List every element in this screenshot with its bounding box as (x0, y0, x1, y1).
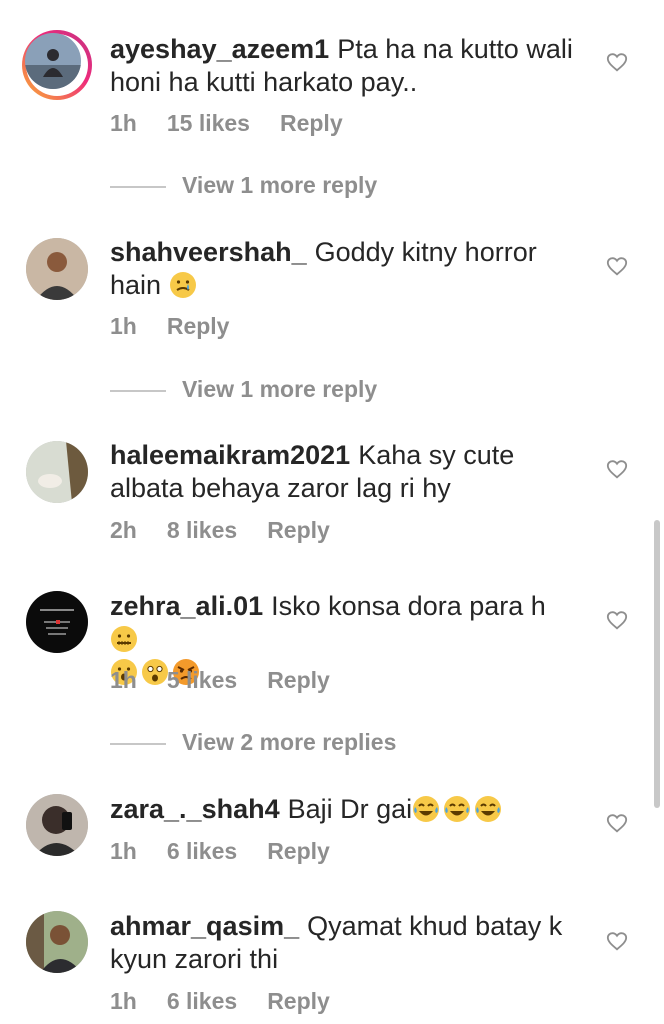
comment-username[interactable]: haleemaikram2021 (110, 440, 350, 470)
reply-button[interactable]: Reply (267, 667, 330, 694)
comment-body: Isko konsa dora para h (271, 591, 546, 621)
comment-meta: 1h 15 likes Reply (110, 110, 373, 137)
reply-button[interactable]: Reply (167, 313, 230, 340)
joy-face-emoji (474, 795, 502, 823)
comment-text: ayeshay_azeem1 Pta ha na kutto wali honi … (110, 33, 580, 99)
divider-line (110, 185, 166, 188)
avatar[interactable] (26, 591, 88, 653)
heart-outline-icon[interactable] (606, 458, 628, 480)
scrollbar[interactable] (654, 520, 660, 808)
avatar[interactable] (26, 238, 88, 300)
heart-outline-icon[interactable] (606, 255, 628, 277)
comment-time: 1h (110, 667, 137, 693)
comment-likes[interactable]: 5 likes (167, 667, 237, 694)
joy-face-emoji (443, 795, 471, 823)
reply-button[interactable]: Reply (267, 838, 330, 865)
comment-meta: 2h 8 likes Reply (110, 517, 360, 544)
comment-text: ahmar_qasim_ Qyamat khud batay k kyun zar… (110, 910, 580, 976)
avatar[interactable] (26, 911, 88, 973)
comment-username[interactable]: zara_._shah4 (110, 794, 280, 824)
comment-time: 1h (110, 110, 137, 136)
view-more-replies[interactable]: View 2 more replies (110, 729, 396, 756)
comment-body: Baji Dr gai (287, 794, 413, 824)
heart-outline-icon[interactable] (606, 51, 628, 73)
view-more-label[interactable]: View 1 more reply (182, 172, 377, 198)
comment-likes[interactable]: 6 likes (167, 988, 237, 1015)
divider-line (110, 389, 166, 392)
view-more-label[interactable]: View 2 more replies (182, 729, 396, 755)
comment-time: 2h (110, 517, 137, 543)
avatar[interactable] (26, 441, 88, 503)
view-more-replies[interactable]: View 1 more reply (110, 172, 377, 199)
avatar[interactable] (26, 794, 88, 856)
view-more-replies[interactable]: View 1 more reply (110, 376, 377, 403)
heart-outline-icon[interactable] (606, 812, 628, 834)
comment-meta: 1h Reply (110, 313, 259, 340)
zipper-mouth-face-emoji (110, 625, 138, 653)
comment-meta: 1h 6 likes Reply (110, 988, 360, 1015)
comment-likes[interactable]: 8 likes (167, 517, 237, 544)
comment-username[interactable]: shahveershah_ (110, 237, 307, 267)
comment-username[interactable]: ahmar_qasim_ (110, 911, 299, 941)
heart-outline-icon[interactable] (606, 930, 628, 952)
comment-username[interactable]: ayeshay_azeem1 (110, 34, 329, 64)
comment-text: shahveershah_ Goddy kitny horror hain (110, 236, 580, 302)
comment-meta: 1h 6 likes Reply (110, 838, 360, 865)
comment-time: 1h (110, 838, 137, 864)
comment-meta: 1h 5 likes Reply (110, 667, 360, 694)
reply-button[interactable]: Reply (267, 517, 330, 544)
crying-face-emoji (169, 271, 197, 299)
comment-likes[interactable]: 15 likes (167, 110, 250, 137)
divider-line (110, 742, 166, 745)
comment-time: 1h (110, 313, 137, 339)
comment-likes[interactable]: 6 likes (167, 838, 237, 865)
avatar[interactable] (22, 30, 92, 100)
comment-username[interactable]: zehra_ali.01 (110, 591, 263, 621)
joy-face-emoji (412, 795, 440, 823)
comment-text: haleemaikram2021 Kaha sy cute albata beha… (110, 439, 580, 505)
reply-button[interactable]: Reply (267, 988, 330, 1015)
heart-outline-icon[interactable] (606, 609, 628, 631)
comment-text: zara_._shah4 Baji Dr gai (110, 793, 580, 826)
view-more-label[interactable]: View 1 more reply (182, 376, 377, 402)
comment-time: 1h (110, 988, 137, 1014)
reply-button[interactable]: Reply (280, 110, 343, 137)
